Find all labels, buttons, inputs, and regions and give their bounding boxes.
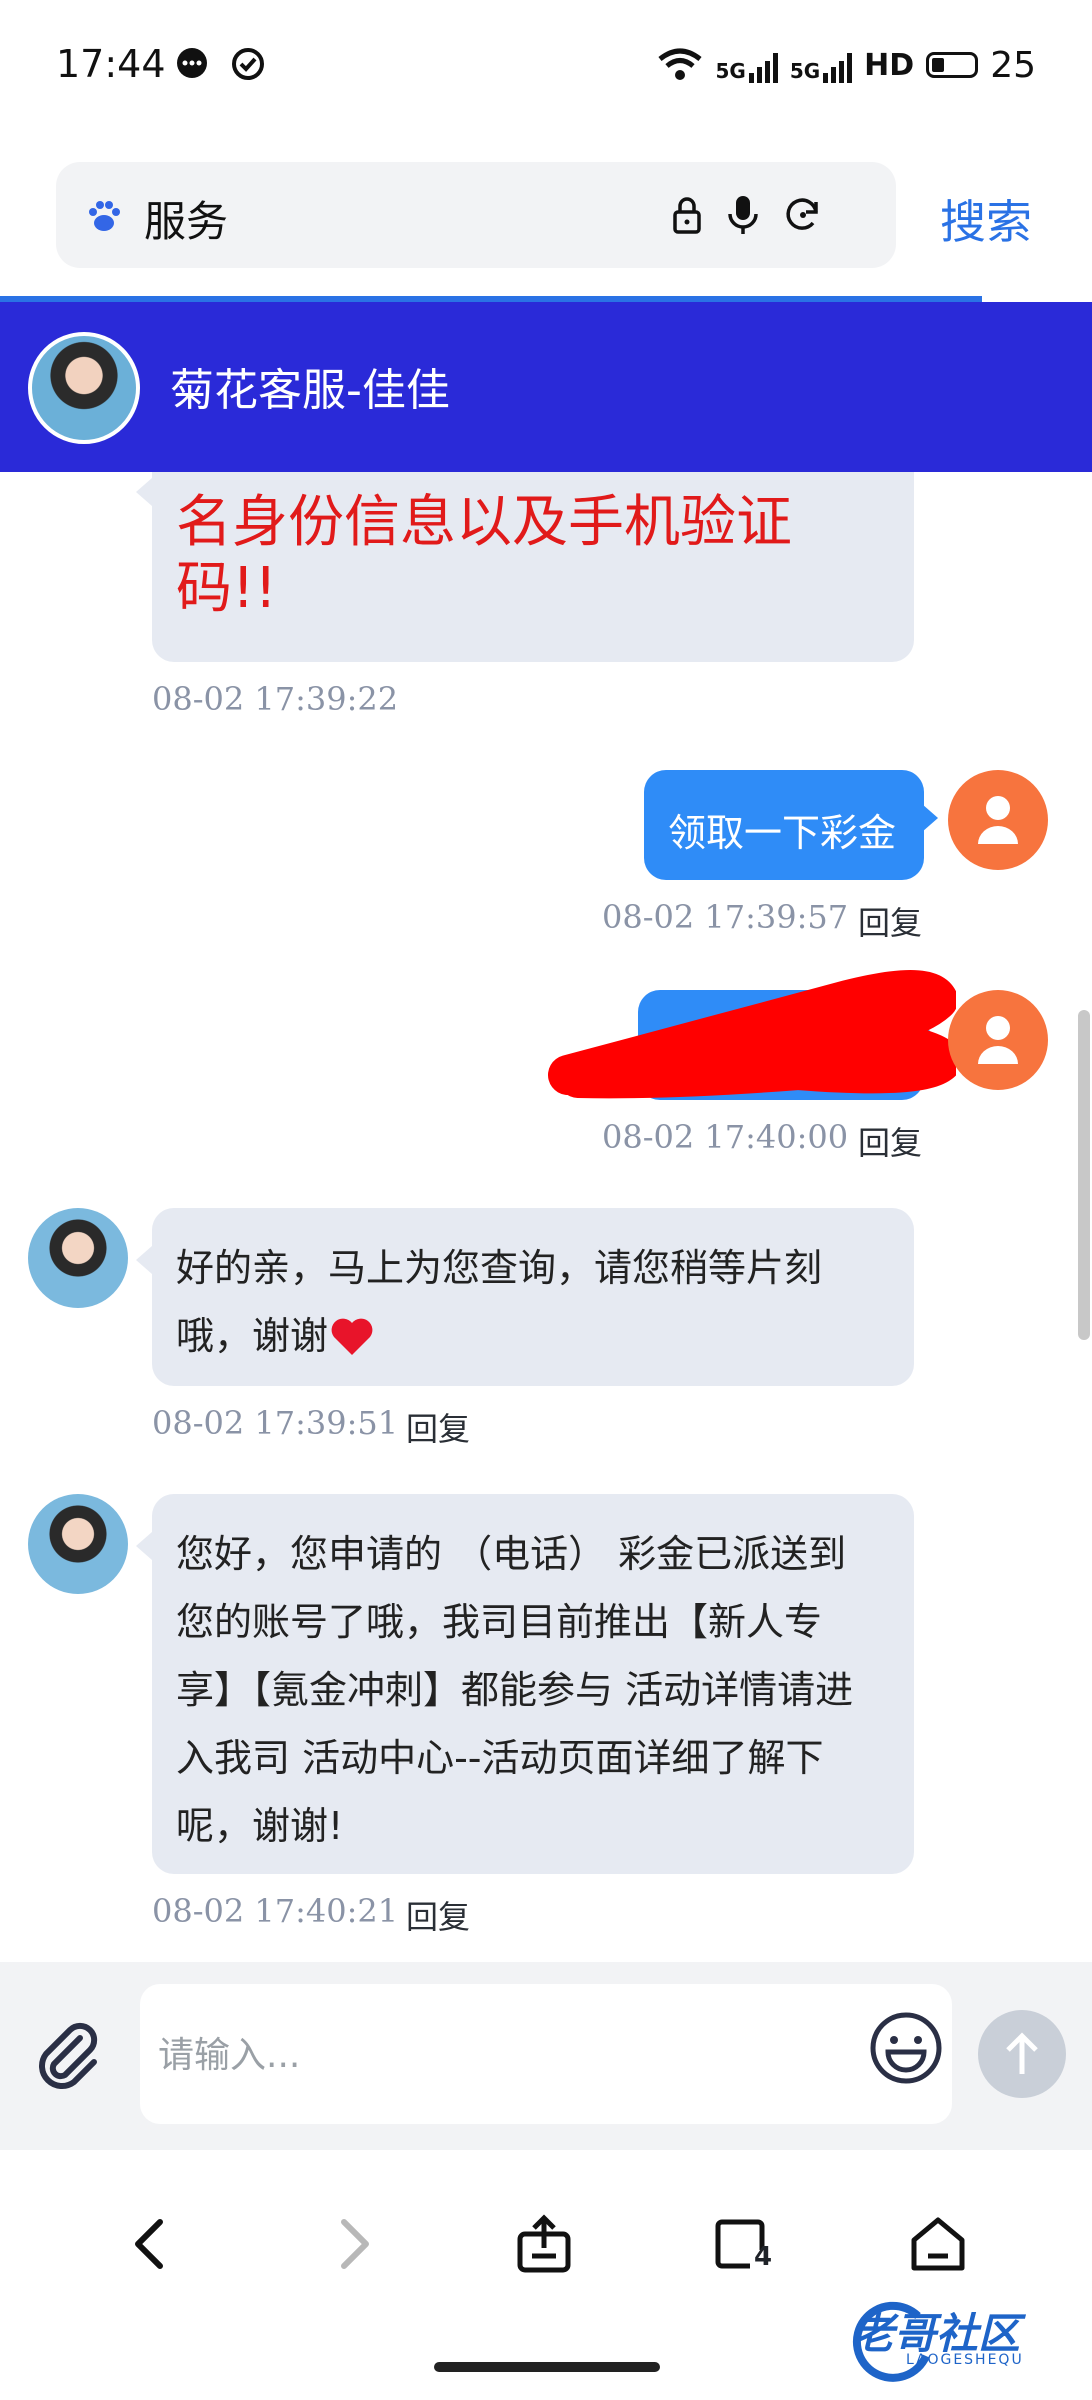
reply-link[interactable]: 回复 [858,898,922,944]
battery-level: 25 [990,44,1036,86]
paperclip-icon[interactable] [32,2020,108,2096]
tabs-count: 4 [754,2242,773,2272]
send-arrow-icon [1006,2032,1038,2074]
battery-icon [926,52,979,78]
message-timestamp: 08-02 17:40:21 [152,1892,399,1930]
agent-message-bubble: 名身份信息以及手机验证 码!! [136,440,914,662]
message-timestamp: 08-02 17:39:57 [602,898,849,936]
forward-icon[interactable] [320,2212,384,2276]
agent-message-bubble: 您好，您申请的 （电话） 彩金已派送到 您的账号了哦，我司目前推出【新人专 享】… [136,1494,914,1874]
heart-icon [331,1318,373,1355]
gesture-home-bar[interactable] [434,2362,660,2372]
browser-search-bar[interactable]: 服务 [56,162,896,268]
message-icon [177,48,207,78]
message-timestamp: 08-02 17:39:51 [152,1404,399,1442]
send-button[interactable] [978,2010,1066,2098]
search-button[interactable]: 搜索 [940,186,1032,252]
search-query[interactable]: 服务 [144,188,228,249]
agent-message-bubble: 好的亲，马上为您查询，请您稍等片刻 哦，谢谢 [136,1208,914,1386]
network-label: 5G [715,59,746,83]
message-timestamp: 08-02 17:40:00 [602,1118,849,1156]
user-icon [978,796,1018,844]
status-right: 5G 5G HD 25 [657,40,1036,90]
message-text: 名身份信息以及手机验证 [176,490,792,555]
reply-link[interactable]: 回复 [406,1892,470,1938]
reply-link[interactable]: 回复 [858,1118,922,1164]
message-text: 哦，谢谢 [176,1314,329,1358]
chat-title: 菊花客服-佳佳 [170,365,450,416]
agent-avatar [28,1208,128,1308]
message-text: 呢，谢谢! [176,1804,344,1848]
emoji-icon[interactable] [868,2010,944,2086]
user-icon [978,1016,1018,1064]
message-text: 您的账号了哦，我司目前推出【新人专 [176,1600,823,1644]
message-text: 您好，您申请的 （电话） 彩金已派送到 [176,1532,847,1576]
network-label-2: 5G [789,59,821,83]
refresh-icon[interactable] [780,192,826,238]
signal-icon-2: 5G [789,47,853,83]
scrollbar-thumb[interactable] [1078,1010,1090,1340]
lock-icon[interactable] [664,192,710,238]
mic-icon[interactable] [720,192,766,238]
home-icon[interactable] [906,2212,970,2276]
status-time: 17:44 [56,42,166,86]
message-text: 享】【氪金冲刺】都能参与 活动详情请进 [176,1668,854,1712]
message-text: 领取一下彩金 [668,811,897,855]
message-text: 好的亲，马上为您查询，请您稍等片刻 [176,1246,823,1290]
status-bar: 17:44 5G 5G HD 25 [0,0,1092,130]
user-message-bubble: 领取一下彩金 [644,770,938,880]
user-avatar [948,770,1048,870]
watermark-subtext: LAOGESHEQU [906,2352,1024,2368]
share-icon[interactable] [512,2212,576,2276]
back-icon[interactable] [120,2212,184,2276]
signal-icon: 5G [715,47,778,83]
message-text: 入我司 活动中心--活动页面详细了解下 [176,1736,824,1780]
message-timestamp: 08-02 17:39:22 [152,680,399,718]
hd-label: HD [864,47,915,83]
message-text: 码!! [176,556,277,621]
agent-avatar [28,332,140,444]
chat-header [0,302,1092,472]
message-input-container[interactable] [140,1984,952,2124]
user-avatar [948,990,1048,1090]
check-circle-icon [232,48,264,80]
wifi-icon [658,48,703,80]
reply-link[interactable]: 回复 [406,1404,470,1450]
agent-avatar [28,1494,128,1594]
redaction-scribble [548,970,956,1099]
tabs-icon[interactable]: 4 [710,2212,774,2276]
paw-icon [89,201,120,231]
message-input[interactable] [156,2024,840,2086]
